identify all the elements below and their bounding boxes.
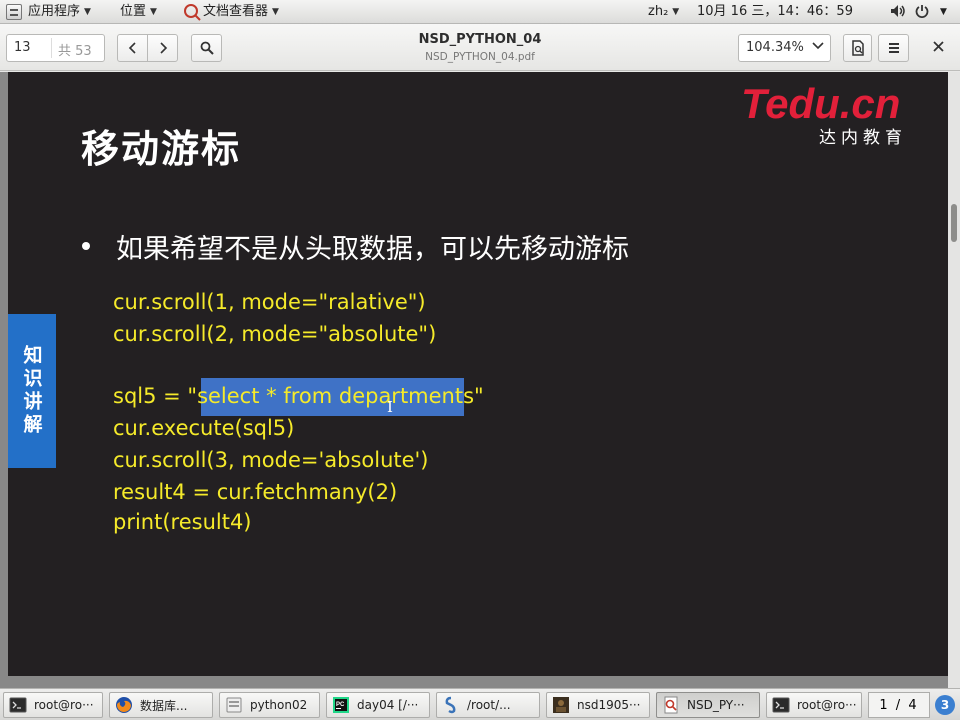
caret-down-icon: ▼ (84, 7, 91, 17)
snake-icon (442, 696, 460, 714)
caret-down-icon: ▼ (272, 7, 279, 17)
menu-button[interactable] (878, 34, 909, 62)
chevron-right-icon (159, 42, 167, 54)
pdf-page[interactable]: Tedu.cn 达内教育 移动游标 如果希望不是从头取数据，可以先移动游标 cu… (8, 72, 948, 676)
code-line[interactable]: cur.scroll(2, mode="absolute") (113, 322, 436, 346)
annotate-icon (851, 40, 864, 56)
task-image-viewer[interactable]: nsd1905··· (546, 692, 650, 718)
active-app-menu[interactable]: 文档查看器 ▼ (203, 0, 279, 24)
chevron-left-icon (128, 42, 136, 54)
side-tab-label: 知识讲解 (8, 314, 56, 468)
text-cursor-icon: I (387, 398, 393, 416)
caret-down-icon: ▼ (672, 7, 680, 17)
pycharm-icon: PC (332, 696, 350, 714)
datetime-label: 10月 16 三，14：46：59 (697, 4, 853, 19)
logo-subtitle: 达内教育 (819, 128, 907, 148)
search-button[interactable] (191, 34, 222, 62)
task-label: NSD_PY··· (687, 698, 745, 712)
logo-wordmark: Tedu.cn (741, 82, 900, 127)
code-line[interactable]: sql5 = "select * from departments" (113, 384, 484, 408)
terminal-icon (9, 696, 27, 714)
task-label: nsd1905··· (577, 698, 641, 712)
document-filename: NSD_PYTHON_04.pdf (425, 51, 535, 63)
slide-title: 移动游标 (81, 127, 242, 171)
page-number-field[interactable]: 13 共 53 页 (6, 34, 105, 62)
caret-down-icon: ▼ (150, 7, 157, 17)
task-firefox[interactable]: 数据库... (109, 692, 213, 718)
applications-menu[interactable]: 应用程序 ▼ (28, 0, 91, 24)
taskbar: root@ro··· 数据库... python02 PC day04 [/··… (0, 688, 960, 720)
file-manager-icon (225, 696, 243, 714)
previous-page-button[interactable] (117, 34, 148, 62)
hamburger-menu-icon (888, 43, 899, 53)
task-file-manager[interactable]: python02 (219, 692, 320, 718)
firefox-icon (115, 696, 133, 714)
task-label: root@ro··· (797, 698, 857, 712)
bullet-point (82, 242, 90, 250)
active-app-label: 文档查看器 (203, 4, 269, 19)
page-total: 共 53 页 (58, 44, 92, 59)
caret-down-icon[interactable]: ▼ (940, 0, 947, 24)
task-terminal-2[interactable]: root@ro··· (766, 692, 862, 718)
code-line[interactable]: print(result4) (113, 510, 252, 534)
applications-icon[interactable] (6, 4, 22, 20)
header-bar: 13 共 53 页 NSD_PYTHON_04 NSD_PYTHON_04.pd… (0, 24, 960, 71)
scrollbar-thumb[interactable] (951, 204, 957, 242)
divider (51, 38, 52, 58)
next-page-button[interactable] (147, 34, 178, 62)
task-label: day04 [/··· (357, 698, 419, 712)
task-terminal-1[interactable]: root@ro··· (3, 692, 103, 718)
search-icon (200, 41, 214, 55)
task-python-shell[interactable]: /root/... (436, 692, 540, 718)
document-view[interactable]: Tedu.cn 达内教育 移动游标 如果希望不是从头取数据，可以先移动游标 cu… (0, 72, 960, 688)
clock[interactable]: 10月 16 三，14：46：59 (697, 0, 853, 24)
svg-text:PC: PC (336, 702, 345, 708)
top-panel: 应用程序 ▼ 位置 ▼ 文档查看器 ▼ zh₂ ▼ 10月 16 三，14：46：59 … (0, 0, 960, 24)
page-current[interactable]: 13 (14, 40, 31, 55)
code-line[interactable]: cur.scroll(1, mode="ralative") (113, 290, 426, 314)
image-icon (552, 696, 570, 714)
applications-label: 应用程序 (28, 4, 81, 19)
task-document-viewer[interactable]: NSD_PY··· (656, 692, 760, 718)
task-label: /root/... (467, 698, 511, 712)
chevron-down-icon (812, 40, 824, 53)
document-viewer-icon (662, 696, 680, 714)
code-line[interactable]: result4 = cur.fetchmany(2) (113, 480, 397, 504)
places-label: 位置 (120, 4, 147, 19)
task-label: python02 (250, 698, 308, 712)
vertical-scrollbar[interactable] (948, 72, 960, 688)
workspace-switcher[interactable]: 1 / 4 (868, 692, 930, 718)
task-label: root@ro··· (34, 698, 94, 712)
workspace-badge[interactable]: 3 (935, 695, 955, 715)
places-menu[interactable]: 位置 ▼ (120, 0, 157, 24)
task-label: 数据库... (140, 698, 188, 713)
annotate-button[interactable] (843, 34, 872, 62)
close-button[interactable] (922, 34, 954, 60)
code-line[interactable]: cur.scroll(3, mode='absolute') (113, 448, 429, 472)
terminal-icon (772, 696, 790, 714)
power-icon[interactable] (915, 0, 929, 24)
bullet-text: 如果希望不是从头取数据，可以先移动游标 (116, 234, 629, 265)
close-icon (932, 41, 944, 52)
input-method-menu[interactable]: zh₂ ▼ (648, 0, 679, 24)
document-viewer-icon (184, 4, 201, 21)
document-title: NSD_PYTHON_04 (418, 32, 542, 47)
task-pycharm[interactable]: PC day04 [/··· (326, 692, 430, 718)
input-method-label: zh₂ (648, 4, 669, 19)
zoom-select[interactable]: 104.34% (738, 34, 831, 62)
speaker-icon[interactable] (890, 0, 906, 24)
code-line[interactable]: cur.execute(sql5) (113, 416, 294, 440)
zoom-value: 104.34% (746, 40, 804, 55)
